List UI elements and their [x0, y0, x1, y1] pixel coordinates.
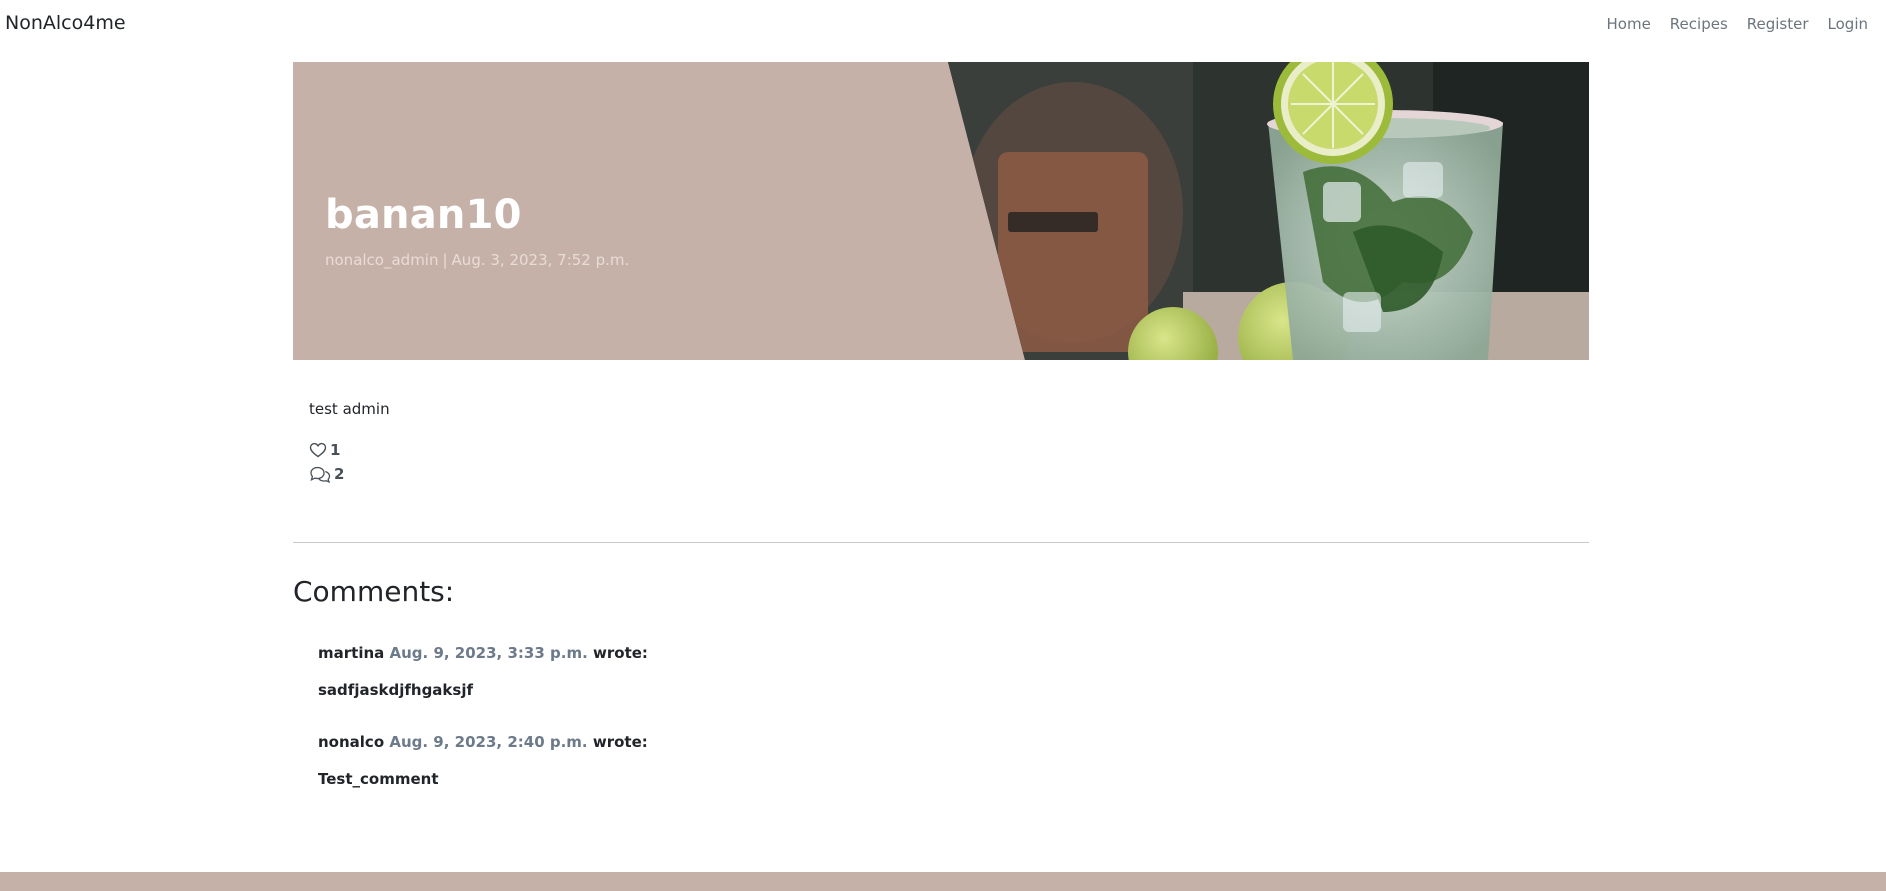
comment-header: martina Aug. 9, 2023, 3:33 p.m. wrote: — [318, 644, 1518, 662]
nav-link-recipes[interactable]: Recipes — [1670, 15, 1728, 33]
post-body: test admin — [309, 400, 390, 418]
post-author: nonalco_admin — [325, 251, 439, 269]
post-date: Aug. 3, 2023, 7:52 p.m. — [451, 251, 630, 269]
comment-header: nonalco Aug. 9, 2023, 2:40 p.m. wrote: — [318, 733, 1518, 751]
post-content: test admin 1 2 — [309, 400, 1569, 486]
comments-list: martina Aug. 9, 2023, 3:33 p.m. wrote: s… — [318, 644, 1518, 822]
footer — [0, 872, 1886, 891]
comments-title: Comments: — [293, 575, 455, 608]
likes-stat[interactable]: 1 — [309, 438, 1569, 462]
comment-body: sadfjaskdjfhgaksjf — [318, 681, 473, 699]
comments-count: 2 — [334, 465, 345, 483]
nav-link-login[interactable]: Login — [1828, 15, 1868, 33]
nav-links: Home Recipes Register Login — [1588, 15, 1869, 33]
likes-count: 1 — [330, 441, 341, 459]
comment-date: Aug. 9, 2023, 3:33 p.m. — [389, 644, 588, 662]
navbar: NonAlco4me Home Recipes Register Login — [0, 0, 1886, 50]
comment-item: nonalco Aug. 9, 2023, 2:40 p.m. wrote: T… — [318, 733, 1518, 788]
post-hero: banan10 nonalco_admin | Aug. 3, 2023, 7:52… — [293, 62, 1589, 360]
brand-logo[interactable]: NonAlco4me — [5, 12, 126, 34]
comment-item: martina Aug. 9, 2023, 3:33 p.m. wrote: s… — [318, 644, 1518, 699]
nav-link-register[interactable]: Register — [1747, 15, 1809, 33]
meta-separator: | — [442, 251, 448, 269]
comment-author: martina — [318, 644, 385, 662]
post-stats: 1 2 — [309, 438, 1569, 486]
comment-wrote: wrote: — [592, 733, 648, 751]
chat-bubbles-icon — [310, 466, 331, 483]
nav-link-home[interactable]: Home — [1607, 15, 1651, 33]
comment-body: Test_comment — [318, 770, 439, 788]
comment-wrote: wrote: — [593, 644, 648, 662]
section-divider — [293, 542, 1589, 543]
comment-date: Aug. 9, 2023, 2:40 p.m. — [389, 733, 588, 751]
comment-author: nonalco — [318, 733, 385, 751]
comments-stat[interactable]: 2 — [309, 462, 1569, 486]
post-meta: nonalco_admin | Aug. 3, 2023, 7:52 p.m. — [325, 251, 629, 269]
post-title: banan10 — [325, 192, 522, 238]
heart-icon — [309, 442, 327, 458]
